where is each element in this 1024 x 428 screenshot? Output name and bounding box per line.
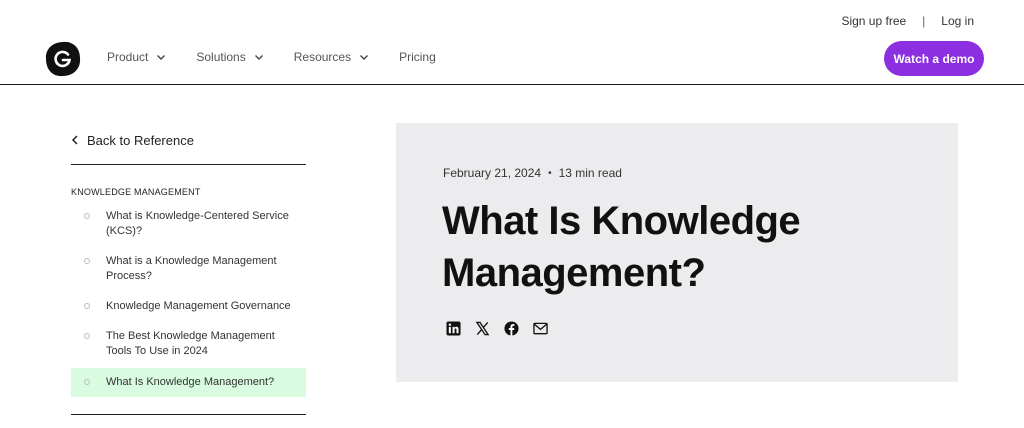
brand-logo-icon[interactable] bbox=[45, 41, 81, 77]
toc-item-km-process[interactable]: What is a Knowledge Management Process? bbox=[71, 254, 306, 284]
site-header: Sign up free | Log in Product Solutions … bbox=[0, 0, 1024, 85]
toc-item-km-tools[interactable]: The Best Knowledge Management Tools To U… bbox=[71, 329, 306, 359]
sidebar-divider bbox=[71, 164, 306, 165]
toc-item-label: What is a Knowledge Management Process? bbox=[106, 255, 277, 282]
toc-item-kcs[interactable]: What is Knowledge-Centered Service (KCS)… bbox=[71, 209, 306, 239]
nav-pricing[interactable]: Pricing bbox=[399, 50, 436, 64]
utility-links: Sign up free | Log in bbox=[841, 14, 974, 28]
facebook-icon[interactable] bbox=[504, 321, 519, 336]
nav-solutions[interactable]: Solutions bbox=[196, 50, 263, 64]
email-icon[interactable] bbox=[533, 321, 548, 336]
toc-item-label: What is Knowledge-Centered Service (KCS)… bbox=[106, 210, 289, 237]
toc-item-label: What Is Knowledge Management? bbox=[106, 376, 275, 388]
chevron-left-icon bbox=[71, 135, 78, 145]
watch-demo-button[interactable]: Watch a demo bbox=[884, 41, 984, 76]
linkedin-icon[interactable] bbox=[446, 321, 461, 336]
login-link[interactable]: Log in bbox=[941, 14, 974, 28]
share-icons bbox=[446, 321, 562, 336]
toc-item-km-governance[interactable]: Knowledge Management Governance bbox=[71, 299, 306, 314]
chevron-down-icon bbox=[254, 55, 263, 60]
nav-pricing-label: Pricing bbox=[399, 50, 436, 64]
circle-bullet-icon bbox=[84, 258, 90, 264]
sidebar-divider bbox=[71, 414, 306, 415]
toc-list: What is Knowledge-Centered Service (KCS)… bbox=[71, 209, 306, 397]
nav-resources-label: Resources bbox=[293, 50, 352, 64]
signup-link[interactable]: Sign up free bbox=[841, 14, 906, 28]
nav-resources[interactable]: Resources bbox=[294, 50, 369, 64]
back-link-label: Back to Reference bbox=[87, 132, 194, 148]
main-nav: Product Solutions Resources Pricing bbox=[107, 50, 466, 64]
article-date: February 21, 2024 bbox=[443, 166, 542, 180]
circle-bullet-icon bbox=[84, 333, 90, 339]
article-hero: February 21, 2024 • 13 min read What Is … bbox=[396, 123, 958, 382]
nav-product-label: Product bbox=[107, 50, 149, 64]
util-separator: | bbox=[922, 14, 926, 28]
toc-item-label: Knowledge Management Governance bbox=[106, 300, 291, 312]
nav-product[interactable]: Product bbox=[107, 50, 166, 64]
back-to-reference-link[interactable]: Back to Reference bbox=[71, 123, 306, 157]
circle-bullet-icon bbox=[84, 213, 90, 219]
circle-bullet-icon bbox=[84, 303, 90, 309]
meta-separator: • bbox=[548, 167, 552, 179]
chevron-down-icon bbox=[157, 55, 166, 60]
nav-solutions-label: Solutions bbox=[196, 50, 246, 64]
read-time: 13 min read bbox=[558, 166, 622, 180]
circle-bullet-icon bbox=[84, 379, 90, 385]
chevron-down-icon bbox=[360, 55, 369, 60]
x-icon[interactable] bbox=[475, 321, 490, 336]
toc-item-label: The Best Knowledge Management Tools To U… bbox=[106, 330, 275, 357]
article-meta: February 21, 2024 • 13 min read bbox=[443, 166, 622, 180]
article-title: What Is Knowledge Management? bbox=[442, 199, 801, 295]
toc-item-what-is-km[interactable]: What Is Knowledge Management? bbox=[71, 368, 306, 397]
section-label: KNOWLEDGE MANAGEMENT bbox=[71, 187, 201, 197]
reference-sidebar: Back to Reference KNOWLEDGE MANAGEMENT W… bbox=[71, 123, 306, 415]
